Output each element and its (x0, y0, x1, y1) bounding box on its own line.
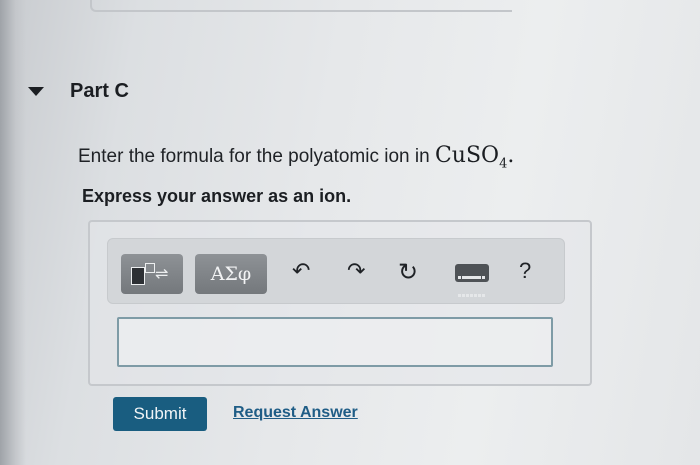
question-prompt: Enter the formula for the polyatomic ion… (78, 146, 435, 167)
chemical-formula: CuSO4. (434, 143, 515, 171)
symbols-button[interactable]: ΑΣφ (195, 254, 267, 294)
keyboard-icon[interactable] (455, 264, 489, 297)
formula-main: CuSO (434, 143, 500, 168)
request-answer-link[interactable]: Request Answer (233, 404, 358, 422)
formula-period: . (507, 143, 515, 168)
part-title[interactable]: Part C (70, 80, 129, 103)
undo-icon[interactable]: ↶ (292, 257, 310, 287)
answer-instruction: Express your answer as an ion. (82, 186, 352, 206)
screen-edge-shadow (0, 0, 26, 465)
templates-button[interactable]: ⇌ (121, 254, 183, 294)
help-icon[interactable]: ? (519, 258, 531, 284)
templates-icon: ⇌ (131, 263, 173, 285)
submit-button[interactable]: Submit (113, 397, 207, 431)
previous-section-border (90, 0, 512, 12)
collapse-caret-icon[interactable] (28, 87, 44, 96)
redo-icon[interactable]: ↷ (347, 257, 365, 287)
question-text: Enter the formula for the polyatomic ion… (78, 143, 514, 171)
reset-icon[interactable]: ↻ (398, 257, 418, 287)
answer-input[interactable] (117, 317, 553, 367)
